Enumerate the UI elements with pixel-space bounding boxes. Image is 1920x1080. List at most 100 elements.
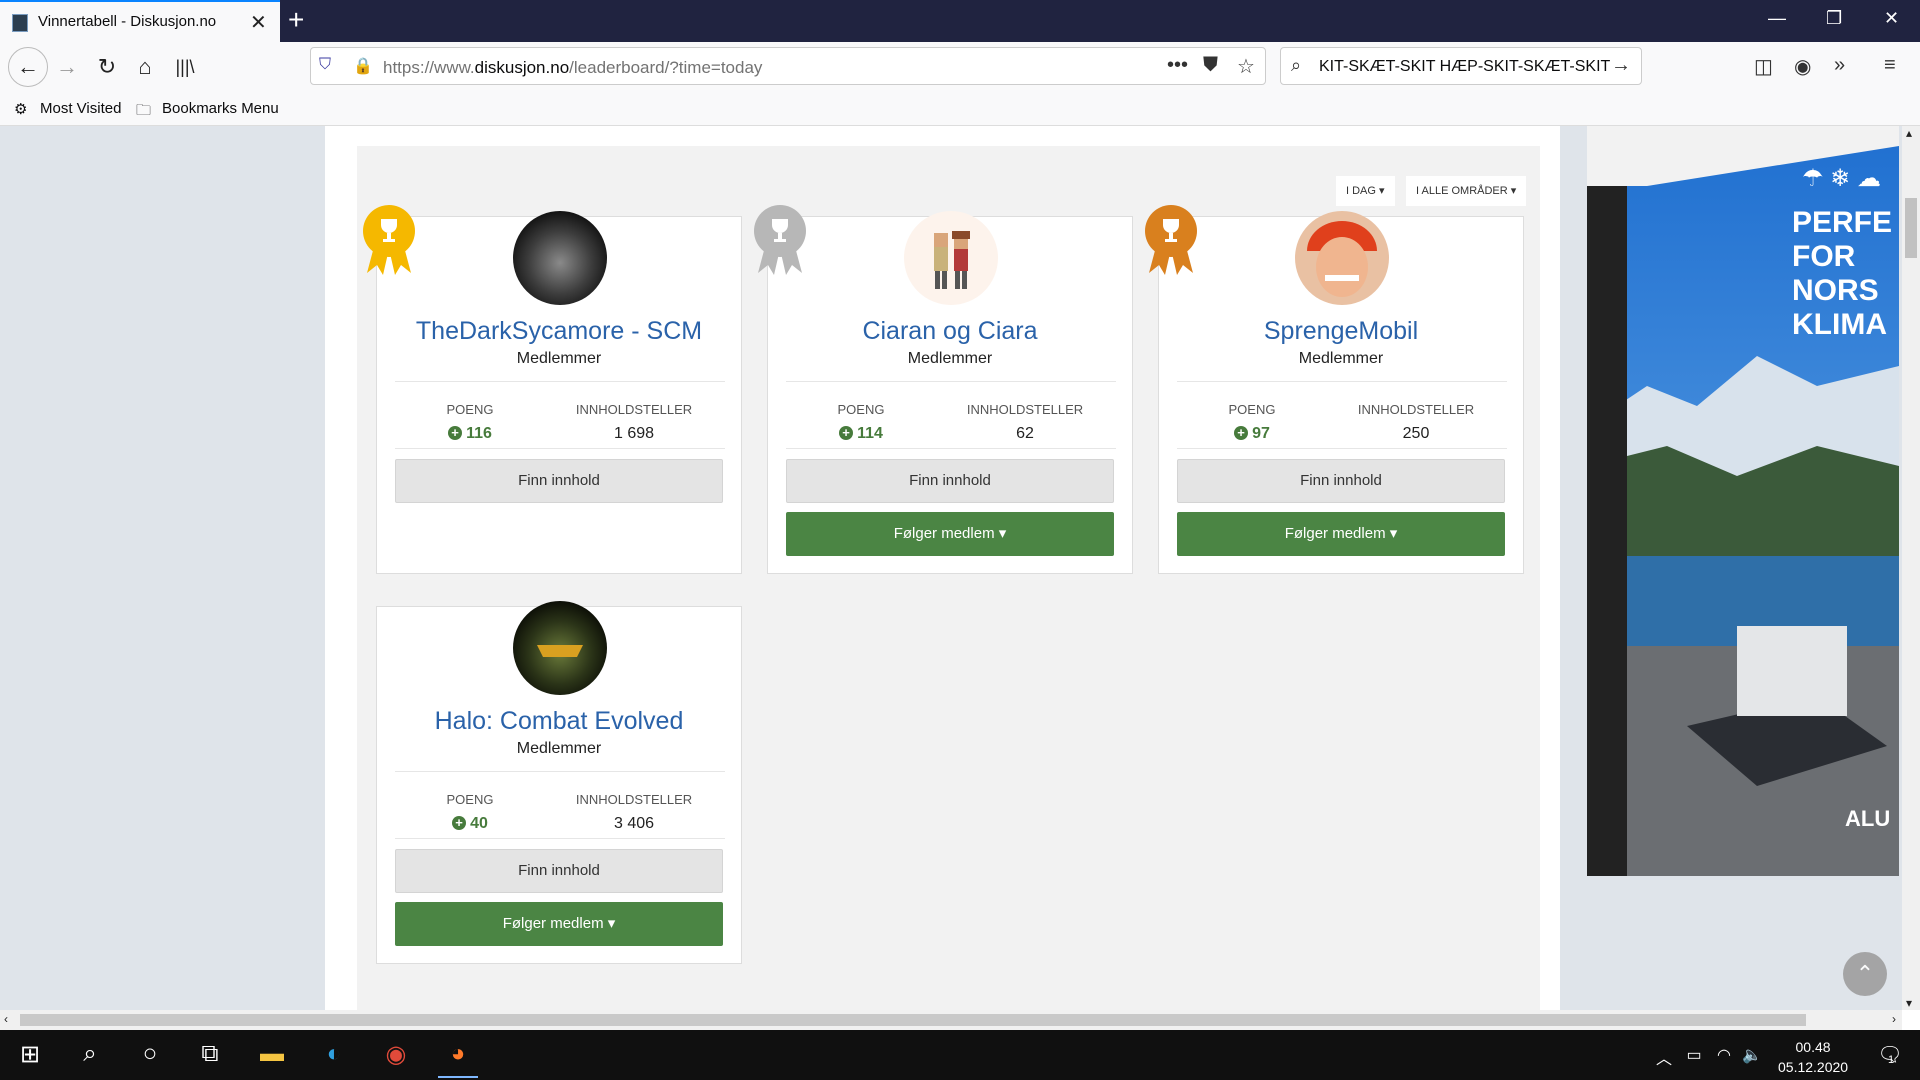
follow-label: Følger medlem [1284,525,1386,542]
ad-line: KLIMA [1792,308,1887,341]
close-window-icon[interactable]: ✕ [1884,8,1899,29]
scroll-left-icon[interactable]: ‹ [4,1012,8,1026]
url-text[interactable]: https://www.diskusjon.no/leaderboard/?ti… [383,58,762,78]
scroll-to-top-icon[interactable]: ⌃ [1843,952,1887,996]
bookmarks-toolbar: ⚙ Most Visited 🗀 Bookmarks Menu [0,92,1920,126]
ad-line: NORS [1792,274,1879,307]
ad-line: FOR [1792,240,1856,273]
content-count-label: INNHOLDSTELLER [575,402,693,417]
area-filter-dropdown[interactable]: I ALLE OMRÅDER ▾ [1406,176,1527,206]
overflow-chevron-icon[interactable]: » [1834,54,1845,77]
address-bar[interactable]: ⛉ 🔒 https://www.diskusjon.no/leaderboard… [310,47,1266,85]
task-view-icon[interactable]: ⧉ [190,1040,230,1068]
horizontal-scrollbar[interactable]: ‹ › [0,1010,1902,1030]
follow-label: Følger medlem [893,525,995,542]
points-label: POENG [1228,402,1276,417]
content-count-value: 1 698 [613,425,655,442]
search-bar[interactable]: ⌕ KIT-SKÆT-SKIT HÆP-SKIT-SKÆT-SKIT → [1280,47,1642,85]
avatar[interactable] [1295,211,1389,305]
content-count-value: 62 [1016,425,1034,442]
gold-trophy-ribbon-icon [363,205,415,275]
points-stat: POENG +97 [1177,402,1327,443]
scroll-down-icon[interactable]: ▾ [1906,996,1912,1010]
search-icon[interactable]: ⌕ [70,1040,110,1068]
points-label: POENG [446,792,494,807]
restore-icon[interactable]: ❐ [1826,8,1842,29]
browser-tab[interactable]: Vinnertabell - Diskusjon.no ✕ [0,0,280,42]
scroll-thumb[interactable] [1905,198,1917,258]
find-content-button[interactable]: Finn innhold [395,459,723,503]
points-stat: POENG +114 [786,402,936,443]
points-stat: POENG +116 [395,402,545,443]
tracking-shield-icon[interactable]: ⛉ [319,56,331,74]
hamburger-menu-icon[interactable]: ≡ [1884,54,1896,77]
sidebar-icon[interactable]: ◫ [1754,54,1773,79]
forward-arrow-icon[interactable]: → [52,52,82,82]
member-stats: POENG +40 INNHOLDSTELLER 3 406 [395,771,725,839]
file-explorer-icon[interactable]: ▬ [252,1040,292,1068]
points-value: 40 [470,815,488,832]
vertical-scrollbar[interactable]: ▴ ▾ [1902,126,1920,1010]
follow-label: Følger medlem [502,915,604,932]
clock-time: 00.48 [1795,1039,1831,1055]
clock-date: 05.12.2020 [1778,1059,1849,1075]
silver-trophy-ribbon-icon [754,205,806,275]
find-content-button[interactable]: Finn innhold [395,849,723,893]
minimize-icon[interactable]: — [1768,8,1786,29]
avatar-illustration [537,645,583,657]
home-icon[interactable]: ⌂ [130,52,160,82]
member-name-link[interactable]: Ciaran og Ciara [768,317,1132,346]
member-card: Ciaran og Ciara Medlemmer POENG +114 INNH… [754,205,1133,574]
content-count-stat: INNHOLDSTELLER 1 698 [559,402,709,443]
close-tab-icon[interactable]: ✕ [250,10,267,35]
plus-circle-icon: + [1234,426,1249,440]
bookmark-most-visited[interactable]: Most Visited [40,100,121,117]
pocket-icon[interactable]: ⛊ [1203,54,1218,77]
page-actions-icon[interactable]: ••• [1167,54,1188,77]
chrome-icon[interactable]: ◉ [376,1040,416,1069]
system-clock[interactable]: 00.48 05.12.2020 [1778,1037,1848,1077]
weather-icons: ☂ ❄ ☁ [1802,165,1881,192]
member-name-link[interactable]: TheDarkSycamore - SCM [377,317,741,346]
find-content-button[interactable]: Finn innhold [786,459,1114,503]
firefox-icon[interactable]: ◕ [438,1040,478,1078]
follow-member-button[interactable]: Følger medlem ▾ [395,902,723,946]
new-tab-icon[interactable]: + [288,4,304,36]
plus-circle-icon: + [452,816,467,830]
avatar[interactable] [513,211,607,305]
scroll-right-icon[interactable]: › [1892,1012,1896,1026]
member-stats: POENG +116 INNHOLDSTELLER 1 698 [395,381,725,449]
area-filter-label: I ALLE OMRÅDER [1416,185,1508,197]
reload-icon[interactable]: ↻ [92,52,122,82]
avatar[interactable] [904,211,998,305]
time-filter-label: I DAG [1346,185,1376,197]
time-filter-dropdown[interactable]: I DAG ▾ [1336,176,1395,206]
member-group: Medlemmer [516,350,602,367]
member-group: Medlemmer [907,350,993,367]
follow-member-button[interactable]: Følger medlem ▾ [1177,512,1505,556]
back-arrow-icon[interactable]: ← [8,47,48,87]
follow-member-button[interactable]: Følger medlem ▾ [786,512,1114,556]
search-input[interactable]: KIT-SKÆT-SKIT HÆP-SKIT-SKÆT-SKIT [1319,58,1610,76]
bookmark-star-icon[interactable]: ☆ [1237,54,1255,79]
edge-icon[interactable]: ◐ [314,1040,354,1068]
library-icon[interactable]: |||\ [170,52,200,82]
scroll-up-icon[interactable]: ▴ [1906,126,1912,140]
windows-start-icon[interactable]: ⊞ [10,1040,50,1069]
lock-icon[interactable]: 🔒 [353,56,373,76]
scroll-thumb[interactable] [20,1014,1806,1026]
member-name-link[interactable]: Halo: Combat Evolved [377,707,741,736]
advertisement-banner[interactable]: PERFE FOR NORS KLIMA ☂ ❄ ☁ ALU [1587,126,1899,876]
volume-icon[interactable]: 🔈 [1732,1045,1772,1065]
cortana-icon[interactable]: ○ [130,1040,170,1068]
search-icon: ⌕ [1291,55,1302,75]
content-count-stat: INNHOLDSTELLER 250 [1341,402,1491,443]
account-icon[interactable]: ◉ [1794,54,1811,79]
member-name-link[interactable]: SprengeMobil [1159,317,1523,346]
find-content-button[interactable]: Finn innhold [1177,459,1505,503]
search-go-arrow-icon[interactable]: → [1611,54,1631,77]
content-count-stat: INNHOLDSTELLER 62 [950,402,1100,443]
member-stats: POENG +97 INNHOLDSTELLER 250 [1177,381,1507,449]
avatar[interactable] [513,601,607,695]
bookmark-menu[interactable]: Bookmarks Menu [162,100,279,117]
